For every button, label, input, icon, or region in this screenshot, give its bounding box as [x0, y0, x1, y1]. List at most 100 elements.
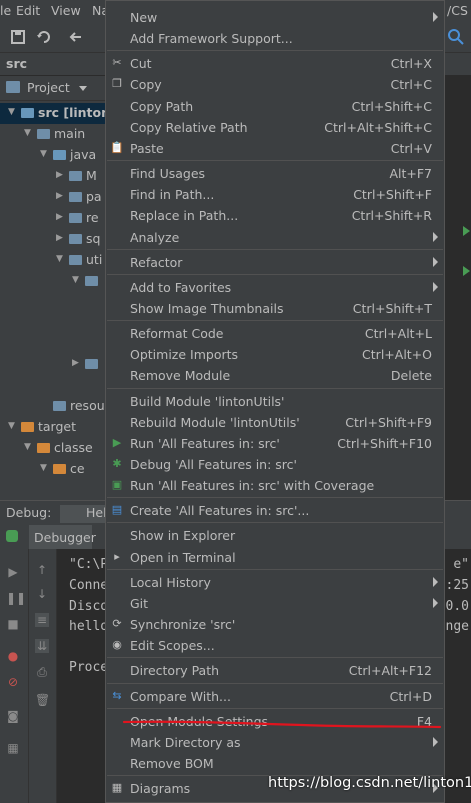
- layout-icon[interactable]: ▦: [6, 741, 20, 755]
- menu-item[interactable]: Replace in Path... Ctrl+Shift+R: [106, 205, 444, 226]
- mute-breakpoints-icon[interactable]: ⊘: [6, 675, 20, 689]
- resume-icon[interactable]: ▶: [6, 565, 20, 579]
- breadcrumb-src[interactable]: src: [6, 56, 27, 71]
- pause-icon[interactable]: ❚❚: [6, 591, 26, 605]
- sync-icon[interactable]: [36, 29, 52, 45]
- chevron-down-icon[interactable]: ▼: [24, 442, 31, 452]
- search-icon[interactable]: [447, 28, 465, 46]
- chevron-right-icon[interactable]: ▶: [56, 212, 63, 222]
- tree-node[interactable]: ▼ target: [0, 417, 110, 438]
- chevron-down-icon[interactable]: ▼: [72, 275, 79, 285]
- chevron-down-icon[interactable]: ▼: [8, 107, 15, 117]
- tree-node[interactable]: ▼ java: [0, 145, 110, 166]
- menu-item[interactable]: ▤ Create 'All Features in: src'...: [106, 500, 444, 521]
- menu-item[interactable]: Mark Directory as: [106, 732, 444, 753]
- tree-node[interactable]: ▶ re: [0, 208, 110, 229]
- debug-run-tab-label: Hel: [86, 505, 107, 520]
- menu-item-label: Create 'All Features in: src'...: [130, 503, 310, 519]
- chevron-down-icon[interactable]: ▼: [56, 254, 63, 264]
- menu-item[interactable]: ◉ Edit Scopes...: [106, 635, 444, 656]
- run-gutter-icon[interactable]: [463, 266, 470, 276]
- save-icon[interactable]: [10, 29, 26, 45]
- chevron-down-icon[interactable]: ▼: [40, 463, 47, 473]
- chevron-down-icon[interactable]: ▼: [24, 128, 31, 138]
- chevron-right-icon[interactable]: ▶: [56, 191, 63, 201]
- camera-icon[interactable]: ◙: [6, 709, 20, 723]
- tree-node[interactable]: ▶: [0, 354, 110, 375]
- menu-item[interactable]: Copy Path Ctrl+Shift+C: [106, 96, 444, 117]
- tree-node[interactable]: ▼ classe: [0, 438, 110, 459]
- tree-node[interactable]: ▶ sq: [0, 229, 110, 250]
- tree-node[interactable]: ▼: [0, 271, 110, 292]
- menu-item-label: Build Module 'lintonUtils': [130, 393, 285, 409]
- menu-item[interactable]: Rebuild Module 'lintonUtils' Ctrl+Shift+F…: [106, 412, 444, 433]
- project-panel-title[interactable]: Project: [27, 80, 70, 95]
- menu-item[interactable]: ✂ Cut Ctrl+X: [106, 53, 444, 74]
- folder-icon: [21, 108, 34, 118]
- menu-item[interactable]: Refactor: [106, 252, 444, 273]
- menu-item-shortcut: Ctrl+Shift+C: [351, 98, 432, 114]
- menu-item-label: Git: [130, 595, 149, 611]
- menu-item[interactable]: ⇆ Compare With... Ctrl+D: [106, 686, 444, 707]
- chevron-right-icon[interactable]: ▶: [72, 358, 79, 368]
- console-side-toolbar: ↑ ↓ ≡ ⇊ ⎙ 🗑: [29, 549, 57, 803]
- stop-icon[interactable]: ■: [6, 617, 20, 631]
- menu-item[interactable]: Local History: [106, 572, 444, 593]
- console-line: hello: [69, 619, 109, 634]
- menu-item-label: Diagrams: [130, 781, 191, 797]
- tree-node[interactable]: ▼ src [lintonU: [0, 103, 120, 124]
- tree-node[interactable]: ▶ M: [0, 166, 110, 187]
- chevron-right-icon[interactable]: ▶: [56, 233, 63, 243]
- console-line-fragment: 0.0: [445, 599, 469, 614]
- menu-item[interactable]: Find Usages Alt+F7: [106, 163, 444, 184]
- breakpoints-icon[interactable]: ●: [6, 649, 20, 663]
- menu-item[interactable]: Git: [106, 593, 444, 614]
- tree-node[interactable]: ▶ pa: [0, 187, 110, 208]
- tree-node-label: resou: [70, 398, 105, 413]
- menu-item[interactable]: Show in Explorer: [106, 525, 444, 546]
- menu-item[interactable]: Optimize Imports Ctrl+Alt+O: [106, 344, 444, 365]
- menu-item[interactable]: Reformat Code Ctrl+Alt+L: [106, 323, 444, 344]
- menu-item[interactable]: Build Module 'lintonUtils': [106, 391, 444, 412]
- tree-node[interactable]: resou: [0, 396, 110, 417]
- menu-item[interactable]: ✱ Debug 'All Features in: src': [106, 454, 444, 475]
- menu-item[interactable]: Directory Path Ctrl+Alt+F12: [106, 660, 444, 681]
- menu-item[interactable]: 📋 Paste Ctrl+V: [106, 138, 444, 159]
- menu-item[interactable]: ⟳ Synchronize 'src': [106, 614, 444, 635]
- menu-item[interactable]: Add to Favorites: [106, 277, 444, 298]
- print-icon[interactable]: ⎙: [35, 665, 49, 679]
- menu-item[interactable]: ▶ Run 'All Features in: src' Ctrl+Shift+F1…: [106, 433, 444, 454]
- menu-item[interactable]: ▸ Open in Terminal: [106, 547, 444, 568]
- chevron-right-icon: [433, 256, 438, 267]
- menu-file[interactable]: le: [0, 3, 11, 18]
- menu-item[interactable]: Analyze: [106, 227, 444, 248]
- run-gutter-icon[interactable]: [463, 226, 470, 236]
- chevron-right-icon[interactable]: ▶: [56, 170, 63, 180]
- menu-edit[interactable]: Edit: [16, 3, 40, 18]
- scroll-to-end-icon[interactable]: ⇊: [35, 639, 49, 653]
- menu-item[interactable]: Find in Path... Ctrl+Shift+F: [106, 184, 444, 205]
- menu-item-label: Run 'All Features in: src' with Coverage: [130, 478, 375, 494]
- arrow-down-icon[interactable]: ↓: [35, 587, 49, 601]
- chevron-down-icon[interactable]: ▼: [40, 149, 47, 159]
- menu-item[interactable]: ❐ Copy Ctrl+C: [106, 74, 444, 95]
- menu-view[interactable]: View: [51, 3, 81, 18]
- menu-item[interactable]: Remove BOM: [106, 753, 444, 774]
- chevron-down-icon[interactable]: ▼: [8, 421, 15, 431]
- chevron-down-icon[interactable]: [79, 86, 87, 91]
- menu-item[interactable]: ▣ Run 'All Features in: src' with Coverag…: [106, 475, 444, 496]
- menu-item[interactable]: Show Image Thumbnails Ctrl+Shift+T: [106, 298, 444, 319]
- trash-icon[interactable]: 🗑: [35, 693, 50, 707]
- arrow-up-icon[interactable]: ↑: [35, 563, 49, 577]
- menu-item[interactable]: New: [106, 7, 444, 28]
- tree-node[interactable]: ▼ main: [0, 124, 110, 145]
- tree-node[interactable]: ▼ ce: [0, 459, 110, 480]
- menu-item[interactable]: Add Framework Support...: [106, 28, 444, 49]
- menu-vcs[interactable]: /CS: [447, 3, 468, 18]
- soft-wrap-icon[interactable]: ≡: [35, 613, 49, 627]
- tree-node[interactable]: ▼ uti: [0, 250, 110, 271]
- menu-item[interactable]: Copy Relative Path Ctrl+Alt+Shift+C: [106, 117, 444, 138]
- back-arrow-icon[interactable]: [68, 29, 84, 45]
- menu-item-label: Reformat Code: [130, 326, 224, 342]
- menu-item[interactable]: Remove Module Delete: [106, 365, 444, 386]
